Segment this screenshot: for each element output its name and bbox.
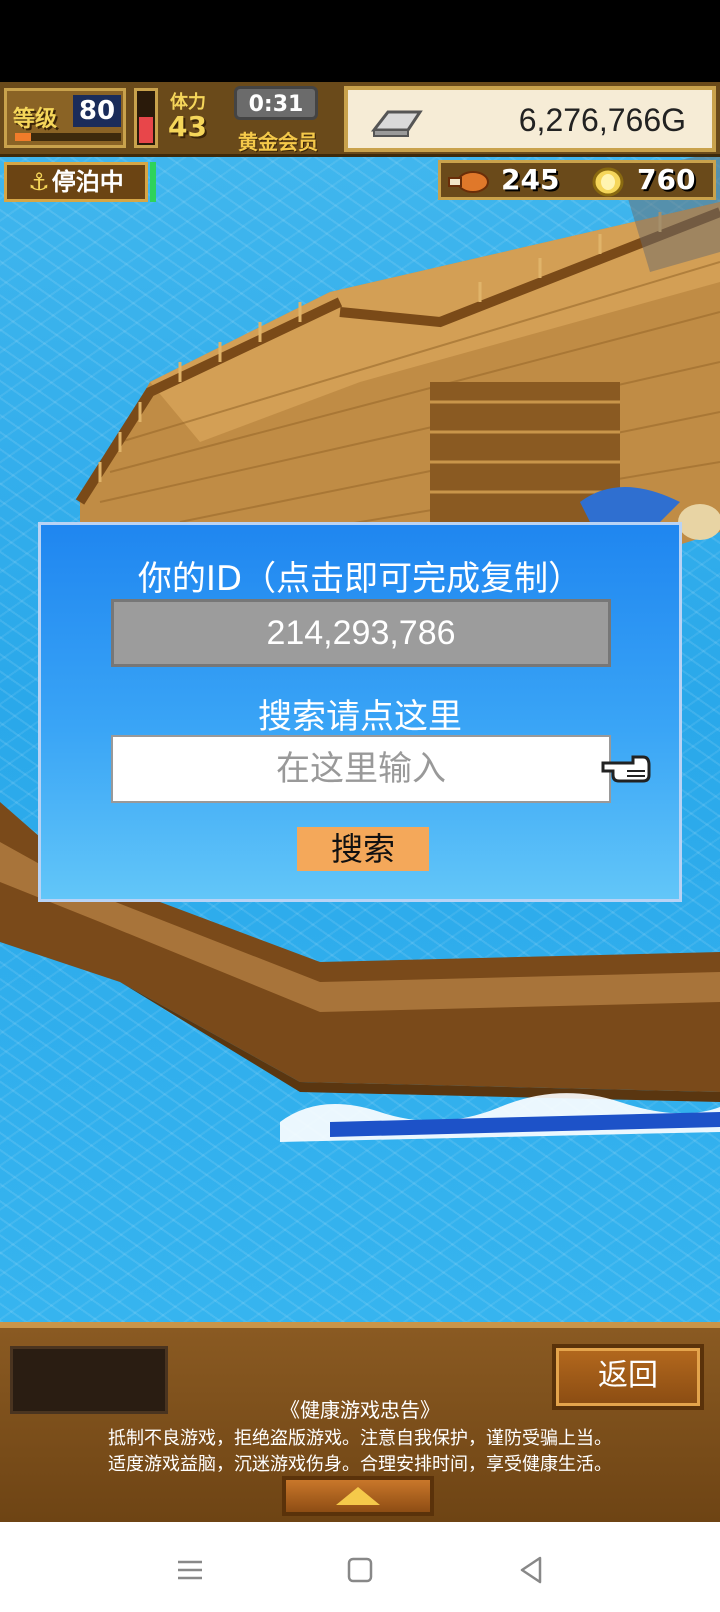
pointing-hand-icon <box>601 755 651 783</box>
stamina-timer: 0:31 <box>234 86 318 120</box>
gold-amount: 6,276,766G <box>518 102 686 138</box>
bottom-panel: 返回 《健康游戏忠告》 抵制不良游戏，拒绝盗版游戏。注意自我保护，谨防受骗上当。… <box>0 1322 720 1522</box>
user-id-copy-box[interactable]: 214,293,786 <box>111 599 611 667</box>
health-notice-line-1: 抵制不良游戏，拒绝盗版游戏。注意自我保护，谨防受骗上当。 <box>108 1428 612 1449</box>
chevron-up-icon <box>336 1487 380 1505</box>
docked-status-label: 停泊中 <box>51 168 124 196</box>
medal-count: 760 <box>637 163 696 196</box>
meat-count: 245 <box>501 163 560 196</box>
stamina-fill <box>139 117 153 143</box>
gold-panel[interactable]: 6,276,766G <box>344 86 716 152</box>
level-panel[interactable]: 等级 80 <box>4 88 126 148</box>
system-nav-bar <box>0 1522 720 1612</box>
search-input[interactable] <box>111 735 611 803</box>
level-value: 80 <box>73 95 121 127</box>
health-notice-title: 《健康游戏忠告》 <box>280 1398 440 1422</box>
level-label: 等级 <box>13 107 58 132</box>
search-button[interactable]: 搜索 <box>297 827 429 871</box>
status-bar <box>0 0 720 82</box>
expand-menu-button[interactable] <box>282 1476 434 1516</box>
level-progress-fill <box>15 133 31 141</box>
friend-search-dialog: 你的ID（点击即可完成复制） 214,293,786 搜索请点这里 搜索 <box>38 522 682 902</box>
dialog-title: 你的ID（点击即可完成复制） <box>137 559 583 599</box>
resource-panel: 245 760 <box>438 160 716 200</box>
top-hud: 等级 80 体力 43 0:31 黄金会员 6,276,766G <box>0 82 720 157</box>
docked-status-badge[interactable]: ⚓停泊中 <box>4 162 148 202</box>
level-progress-bar <box>15 133 121 141</box>
stamina-gauge <box>134 88 158 148</box>
docked-indicator <box>150 162 156 202</box>
gold-medal-icon <box>592 167 624 197</box>
stamina-value: 43 <box>168 110 207 143</box>
menu-icon[interactable] <box>170 1550 210 1590</box>
meat-icon <box>448 171 489 193</box>
search-hint: 搜索请点这里 <box>258 697 462 737</box>
membership-badge[interactable]: 黄金会员 <box>238 126 318 155</box>
health-notice-line-2: 适度游戏益脑，沉迷游戏伤身。合理安排时间，享受健康生活。 <box>108 1454 612 1475</box>
anchor-icon: ⚓ <box>28 168 50 196</box>
back-icon[interactable] <box>512 1550 552 1590</box>
home-icon[interactable] <box>340 1550 380 1590</box>
silver-ingot-icon <box>370 110 423 137</box>
